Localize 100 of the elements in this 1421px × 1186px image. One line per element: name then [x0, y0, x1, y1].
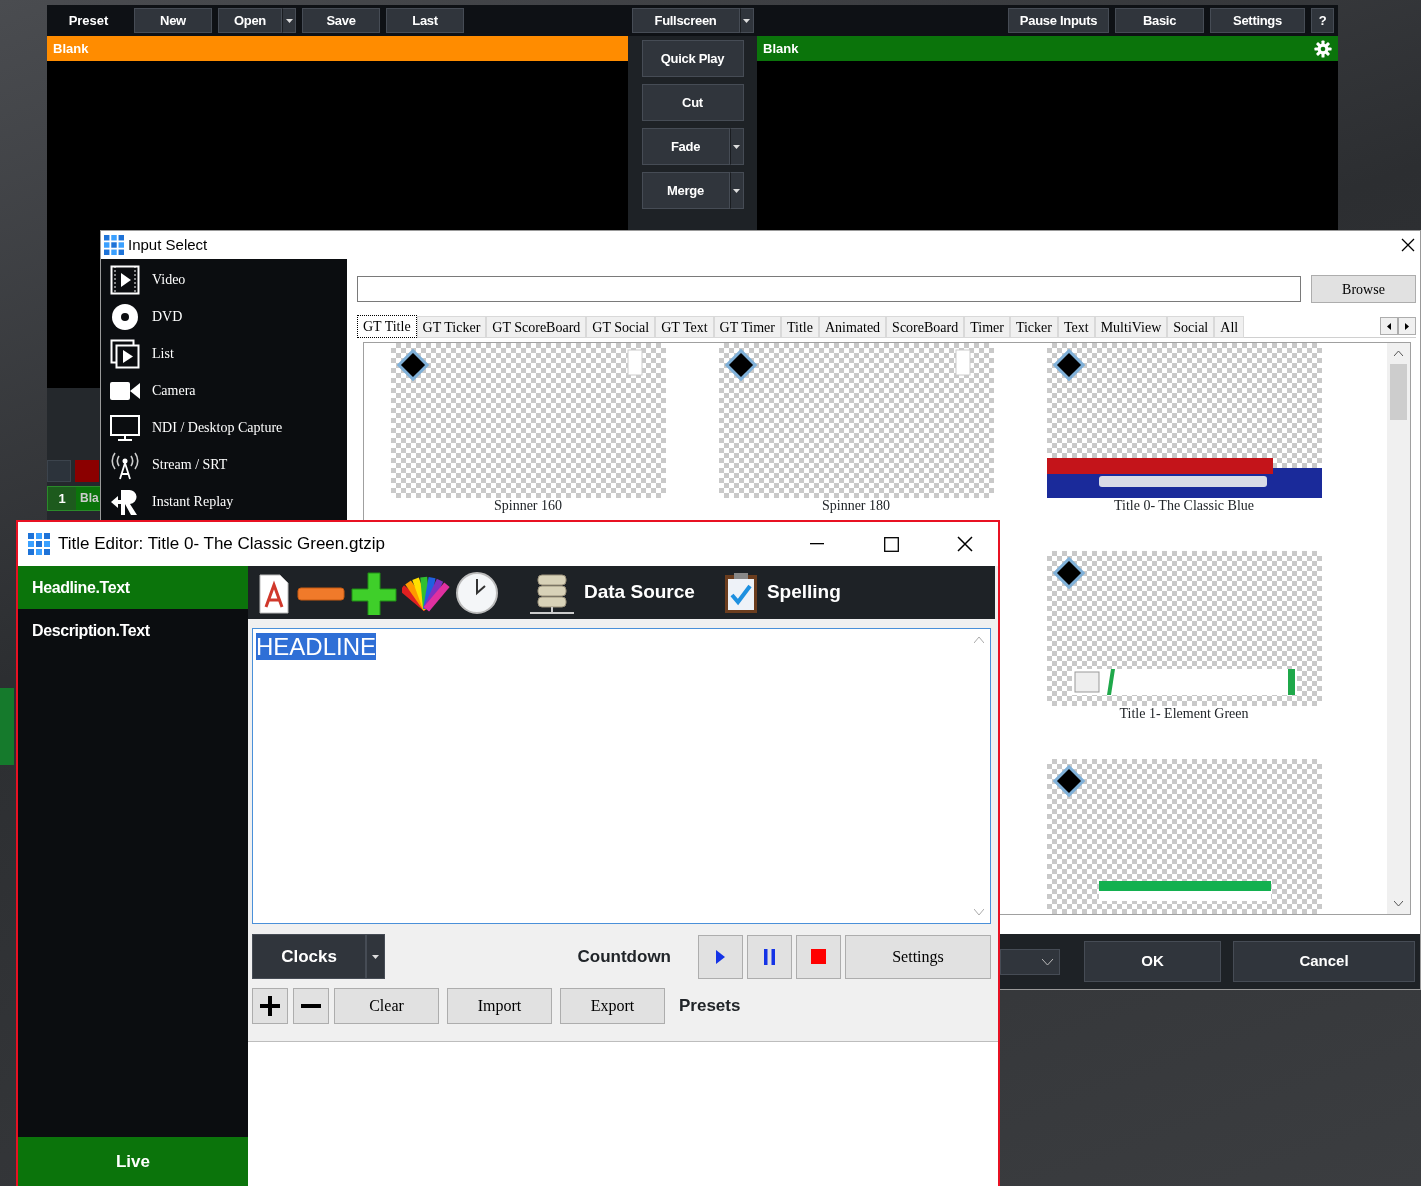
field-item[interactable]: Headline.Text	[18, 566, 248, 609]
diamond-logo-icon	[1052, 556, 1085, 590]
preset-button[interactable]: Clear	[334, 987, 439, 1024]
toolbar-button[interactable]: Open	[218, 8, 282, 33]
countdown-label: Countdown	[576, 945, 672, 968]
transition-button[interactable]: Quick Play	[641, 40, 744, 77]
diamond-logo-icon	[396, 348, 429, 382]
input-number: 1	[48, 487, 76, 510]
caret-icon	[733, 188, 740, 193]
presets-label: Presets	[679, 994, 741, 1017]
ok-button[interactable]: OK	[1084, 941, 1221, 983]
tab[interactable]: ScoreBoard	[886, 316, 965, 338]
add-button[interactable]	[252, 987, 288, 1024]
play-button[interactable]	[698, 934, 743, 979]
tab[interactable]: GT ScoreBoard	[486, 316, 587, 338]
tab[interactable]: Title	[780, 316, 819, 338]
caret-icon	[372, 954, 379, 959]
cancel-button[interactable]: Cancel	[1233, 941, 1415, 983]
tab[interactable]: Timer	[964, 316, 1010, 338]
card-graphic	[955, 349, 970, 376]
sidebar-item[interactable]: Instant Replay	[101, 483, 347, 520]
template-name: Spinner 180	[821, 498, 891, 513]
toolbar-button[interactable]: ?	[1311, 8, 1334, 33]
chevron-down-icon	[1042, 958, 1053, 965]
sidebar-item[interactable]: Stream / SRT	[101, 446, 347, 483]
toolbar-button[interactable]: Pause Inputs	[1008, 8, 1109, 33]
scrollbar-thumb[interactable]	[1390, 364, 1407, 420]
sidebar-item[interactable]: List	[101, 335, 347, 372]
tab[interactable]: Animated	[818, 316, 887, 338]
toolbar-button[interactable]: Last	[386, 8, 464, 33]
path-field[interactable]	[357, 276, 1301, 302]
clipboard-check-icon	[722, 570, 759, 615]
caret-icon	[285, 18, 293, 23]
template-thumbnail[interactable]	[1046, 343, 1322, 498]
close-icon	[957, 536, 973, 552]
headline-text: HEADLINE	[256, 633, 377, 660]
tab[interactable]: All	[1214, 316, 1245, 338]
clock-icon[interactable]	[454, 570, 500, 615]
sidebar-item[interactable]: Camera	[101, 372, 347, 409]
tab[interactable]: Text	[1057, 316, 1095, 338]
tab[interactable]: GT Ticker	[416, 316, 487, 338]
data-source-button[interactable]: Data Source	[528, 570, 695, 615]
tab[interactable]: GT Timer	[713, 316, 781, 338]
live-button[interactable]: Live	[18, 1137, 248, 1186]
tab[interactable]: Ticker	[1009, 316, 1058, 338]
caret-icon	[733, 144, 740, 149]
play-icon	[716, 949, 725, 964]
output-title: Blank	[763, 39, 799, 58]
preset-button[interactable]: Import	[447, 987, 552, 1024]
toolbar-button[interactable]: Settings	[1210, 8, 1305, 33]
template-name: Spinner 160	[493, 498, 563, 513]
scroll-left-button[interactable]	[1380, 317, 1398, 335]
sidebar-item[interactable]: DVD	[101, 298, 347, 335]
toolbar-button[interactable]: Basic	[1115, 8, 1204, 33]
plus-icon	[260, 995, 280, 1016]
tab[interactable]: MultiView	[1094, 316, 1168, 338]
toolbar-button[interactable]: Fullscreen	[631, 8, 740, 33]
stop-button[interactable]	[796, 934, 841, 979]
dropdown-button[interactable]	[282, 8, 296, 33]
remove-button[interactable]	[293, 987, 329, 1024]
settings-button[interactable]: Settings	[845, 934, 991, 979]
toolbar-button[interactable]: Save	[302, 8, 380, 33]
diamond-logo-icon	[1052, 348, 1085, 382]
sidebar-item[interactable]: Video	[101, 261, 347, 298]
preset-button[interactable]: Export	[560, 987, 665, 1024]
left-arrow-icon	[1387, 322, 1391, 330]
transition-button[interactable]: Merge	[641, 172, 730, 209]
app-icon	[104, 235, 124, 255]
dropdown-field[interactable]	[1000, 948, 1060, 975]
text-editor[interactable]: HEADLINE	[252, 628, 991, 924]
tab[interactable]: GT Social	[586, 316, 656, 338]
plus-icon[interactable]	[350, 570, 398, 615]
clocks-button[interactable]: Clocks	[252, 934, 366, 979]
preset-label: Preset	[67, 11, 110, 30]
toolbar-button[interactable]: New	[134, 8, 212, 33]
window-title: Title Editor: Title 0- The Classic Green.gtzip	[58, 533, 386, 556]
template-name: Title 0- The Classic Blue	[1114, 498, 1254, 513]
film-icon	[110, 264, 140, 295]
transition-button[interactable]: Fade	[641, 128, 730, 165]
pause-icon	[764, 948, 775, 965]
field-item[interactable]: Description.Text	[18, 609, 248, 652]
tab[interactable]: GT Title	[357, 315, 417, 338]
right-arrow-icon	[1405, 322, 1409, 330]
preview-title-bar: Blank	[47, 36, 628, 61]
tab[interactable]: GT Text	[655, 316, 714, 338]
pause-button[interactable]	[747, 934, 792, 979]
diamond-logo-icon	[1052, 764, 1085, 798]
transition-button[interactable]: Cut	[641, 84, 744, 121]
browse-button[interactable]: Browse	[1311, 275, 1416, 303]
spelling-button[interactable]: Spelling	[722, 570, 841, 615]
settings-icon	[1314, 39, 1332, 58]
window-title: Input Select	[128, 234, 209, 255]
sidebar-item[interactable]: NDI / Desktop Capture	[101, 409, 347, 446]
input-thumbnail	[47, 460, 71, 482]
maximize-icon	[883, 536, 899, 552]
scroll-right-button[interactable]	[1398, 317, 1416, 335]
tab[interactable]: Social	[1167, 316, 1215, 338]
stop-icon	[811, 949, 826, 964]
app-icon	[28, 533, 50, 555]
minimize-icon	[810, 543, 824, 545]
